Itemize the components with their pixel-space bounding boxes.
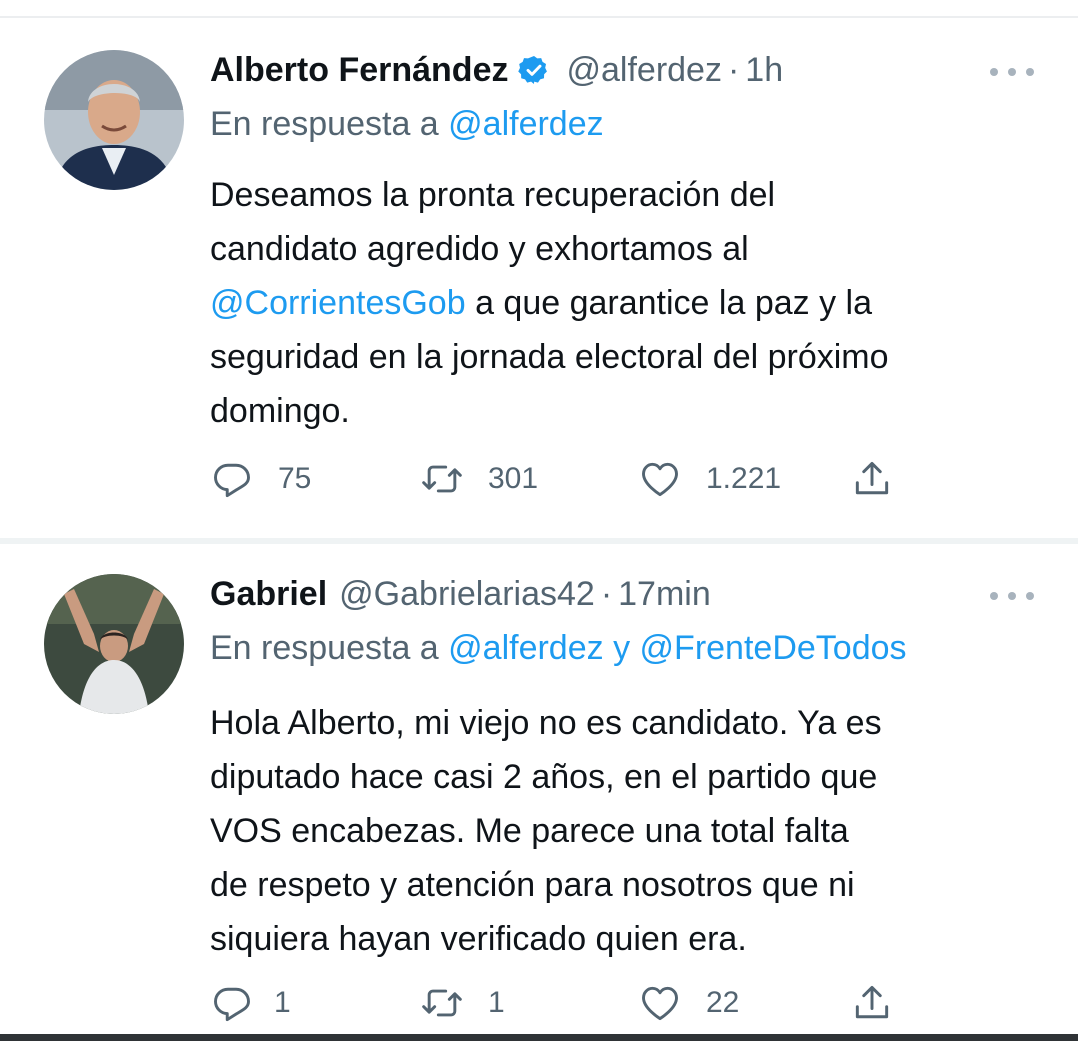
reply-count: 75 bbox=[278, 462, 312, 495]
profile-photo-icon bbox=[44, 574, 184, 714]
tweet-text-line: diputado hace casi 2 años, en el partido… bbox=[210, 750, 1050, 804]
reply-button[interactable]: 1 bbox=[210, 978, 291, 1028]
like-icon bbox=[642, 986, 678, 1021]
share-icon bbox=[855, 461, 889, 495]
more-options-icon[interactable] bbox=[990, 62, 1034, 82]
text-segment: diputado hace casi 2 años, en el partido… bbox=[210, 758, 878, 796]
like-button[interactable]: 1.221 bbox=[638, 454, 781, 504]
text-segment: Deseamos la pronta recuperación del bbox=[210, 176, 776, 214]
text-segment: domingo. bbox=[210, 392, 350, 430]
verified-badge-icon bbox=[518, 54, 550, 86]
tweet-text-line: de respeto y atención para nosotros que … bbox=[210, 858, 1050, 912]
retweet-button[interactable]: 1 bbox=[420, 978, 505, 1028]
meta-separator: · bbox=[727, 50, 740, 89]
tweet-header: Alberto Fernández @alferdez · 1h bbox=[210, 48, 783, 92]
tweet-text-line: seguridad en la jornada electoral del pr… bbox=[210, 330, 1050, 384]
tweet-actions: 1 1 22 bbox=[210, 978, 930, 1028]
like-count: 1.221 bbox=[706, 462, 782, 495]
tweet-header: Gabriel @Gabrielarias42 · 17min bbox=[210, 572, 711, 616]
reply-context: En respuesta a @alferdez bbox=[210, 102, 604, 146]
avatar[interactable] bbox=[44, 574, 184, 714]
tweet-text-line: candidato agredido y exhortamos al bbox=[210, 222, 1050, 276]
more-options-icon[interactable] bbox=[990, 586, 1034, 606]
tweet-text-line: Hola Alberto, mi viejo no es candidato. … bbox=[210, 696, 1050, 750]
retweet-icon bbox=[422, 989, 462, 1017]
tweet-text-line: Deseamos la pronta recuperación del bbox=[210, 168, 1050, 222]
share-button[interactable] bbox=[850, 978, 894, 1028]
like-button[interactable]: 22 bbox=[638, 978, 739, 1028]
reply-icon bbox=[214, 463, 250, 498]
retweet-button[interactable]: 301 bbox=[420, 454, 538, 504]
text-segment: candidato agredido y exhortamos al bbox=[210, 230, 749, 268]
text-segment: siquiera hayan verificado quien era. bbox=[210, 920, 747, 958]
text-segment: Hola Alberto, mi viejo no es candidato. … bbox=[210, 704, 882, 742]
tweet[interactable]: Alberto Fernández @alferdez · 1h En resp… bbox=[0, 18, 1078, 538]
tweet-actions: 75 301 1.221 bbox=[210, 454, 930, 504]
timestamp[interactable]: 17min bbox=[618, 575, 711, 614]
reply-context: En respuesta a @alferdez y @FrenteDeTodo… bbox=[210, 626, 907, 670]
retweet-count: 1 bbox=[488, 986, 505, 1019]
text-segment: a que garantice la paz y la bbox=[465, 284, 872, 322]
meta-separator: · bbox=[600, 574, 613, 613]
text-segment: seguridad en la jornada electoral del pr… bbox=[210, 338, 889, 376]
reply-mention[interactable]: @alferdez bbox=[448, 629, 603, 667]
reply-icon bbox=[214, 987, 250, 1022]
avatar[interactable] bbox=[44, 50, 184, 190]
mention-link[interactable]: @CorrientesGob bbox=[210, 284, 466, 322]
retweet-count: 301 bbox=[488, 462, 539, 495]
reply-mention[interactable]: @FrenteDeTodos bbox=[640, 629, 907, 667]
retweet-icon bbox=[422, 465, 462, 493]
display-name[interactable]: Alberto Fernández bbox=[210, 51, 508, 90]
reply-mention[interactable]: @alferdez bbox=[448, 105, 603, 143]
share-button[interactable] bbox=[850, 454, 894, 504]
timestamp[interactable]: 1h bbox=[745, 51, 783, 90]
profile-photo-icon bbox=[44, 50, 184, 190]
tweet[interactable]: Gabriel @Gabrielarias42 · 17min En respu… bbox=[0, 544, 1078, 1034]
tweet-text-line: siquiera hayan verificado quien era. bbox=[210, 912, 1050, 966]
tweet-text-line: domingo. bbox=[210, 384, 1050, 438]
reply-prefix: En respuesta a bbox=[210, 629, 439, 667]
like-icon bbox=[642, 462, 678, 497]
reply-button[interactable]: 75 bbox=[210, 454, 311, 504]
tweet-text-line: @CorrientesGob a que garantice la paz y … bbox=[210, 276, 1050, 330]
reply-count: 1 bbox=[274, 986, 291, 1019]
user-handle[interactable]: @alferdez bbox=[566, 51, 721, 90]
tweet-text: Hola Alberto, mi viejo no es candidato. … bbox=[210, 696, 1050, 966]
text-segment: VOS encabezas. Me parece una total falta bbox=[210, 812, 849, 850]
reply-joiner: y bbox=[613, 629, 631, 667]
share-icon bbox=[855, 985, 889, 1019]
bottom-edge bbox=[0, 1034, 1078, 1041]
display-name[interactable]: Gabriel bbox=[210, 575, 327, 614]
text-segment: de respeto y atención para nosotros que … bbox=[210, 866, 855, 904]
tweet-text: Deseamos la pronta recuperación del cand… bbox=[210, 168, 1050, 438]
tweet-text-line: VOS encabezas. Me parece una total falta bbox=[210, 804, 1050, 858]
reply-prefix: En respuesta a bbox=[210, 105, 439, 143]
user-handle[interactable]: @Gabrielarias42 bbox=[339, 575, 595, 614]
like-count: 22 bbox=[706, 986, 740, 1019]
